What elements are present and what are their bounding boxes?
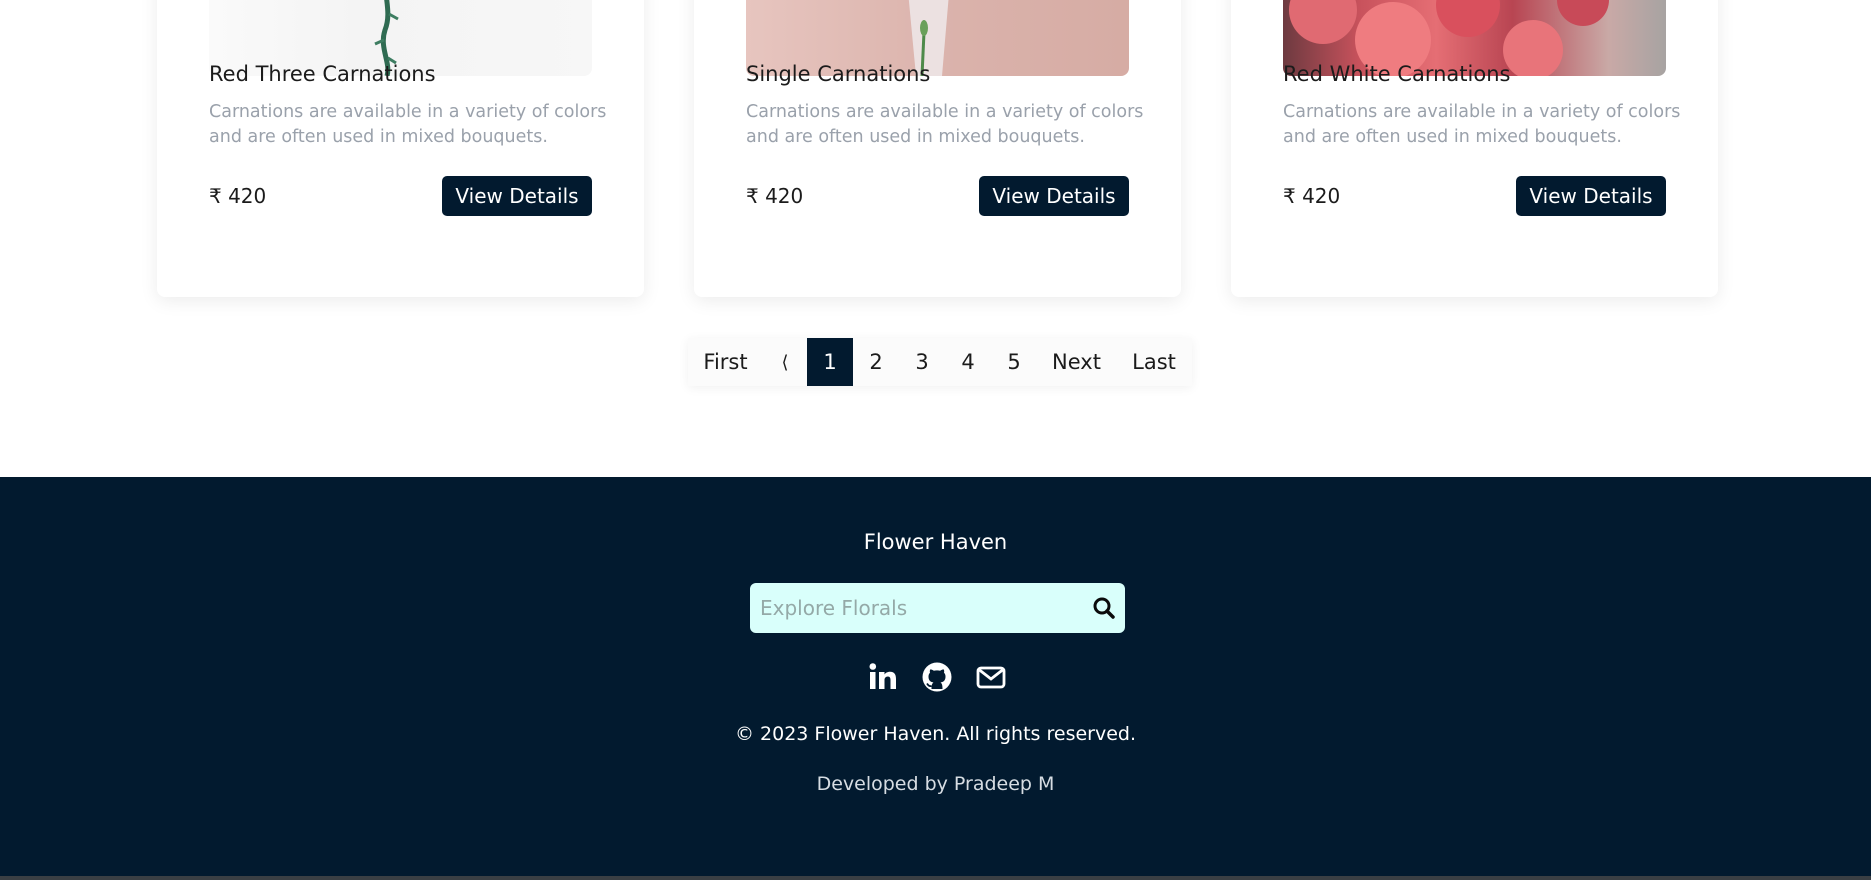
- pagination-page-1[interactable]: 1: [807, 338, 853, 386]
- search-icon[interactable]: [1091, 595, 1117, 621]
- view-details-button[interactable]: View Details: [1516, 176, 1666, 216]
- product-description: Carnations are available in a variety of…: [746, 102, 1144, 147]
- bottom-divider: [0, 876, 1871, 880]
- linkedin-icon[interactable]: [866, 660, 900, 694]
- product-card: Red Three Carnations Carnations are avai…: [157, 0, 644, 297]
- product-card: Single Carnations Carnations are availab…: [694, 0, 1181, 297]
- pagination-first[interactable]: First: [688, 338, 763, 386]
- product-price: ₹ 420: [746, 184, 804, 208]
- product-description: Carnations are available in a variety of…: [1283, 102, 1681, 147]
- product-grid: Red Three Carnations Carnations are avai…: [157, 0, 1719, 297]
- email-icon[interactable]: [974, 660, 1008, 694]
- pagination-last[interactable]: Last: [1116, 338, 1192, 386]
- view-details-button[interactable]: View Details: [979, 176, 1129, 216]
- social-links: [866, 660, 1008, 694]
- github-icon[interactable]: [920, 660, 954, 694]
- search-input[interactable]: [750, 583, 1070, 633]
- developer-credit: Developed by Pradeep M: [816, 773, 1055, 795]
- pagination-page-4[interactable]: 4: [945, 338, 991, 386]
- pagination-page-5[interactable]: 5: [991, 338, 1037, 386]
- product-price: ₹ 420: [209, 184, 267, 208]
- pagination: First ⟨ 1 2 3 4 5 Next Last: [688, 338, 1192, 386]
- pagination-page-2[interactable]: 2: [853, 338, 899, 386]
- product-description: Carnations are available in a variety of…: [209, 102, 607, 147]
- footer-search: [750, 583, 1125, 633]
- copyright-text: © 2023 Flower Haven. All rights reserved…: [734, 723, 1137, 745]
- product-card: Red White Carnations Carnations are avai…: [1231, 0, 1718, 297]
- site-footer: Flower Haven Explore Florals © 2023 Flow…: [0, 477, 1871, 877]
- view-details-button[interactable]: View Details: [442, 176, 592, 216]
- product-title: Red Three Carnations: [209, 62, 436, 86]
- product-price: ₹ 420: [1283, 184, 1341, 208]
- page: Red Three Carnations Carnations are avai…: [0, 0, 1871, 880]
- product-title: Red White Carnations: [1283, 62, 1511, 86]
- pagination-page-3[interactable]: 3: [899, 338, 945, 386]
- pagination-prev[interactable]: ⟨: [763, 338, 807, 386]
- pagination-next[interactable]: Next: [1037, 338, 1116, 386]
- footer-brand: Flower Haven: [863, 530, 1008, 554]
- product-title: Single Carnations: [746, 62, 931, 86]
